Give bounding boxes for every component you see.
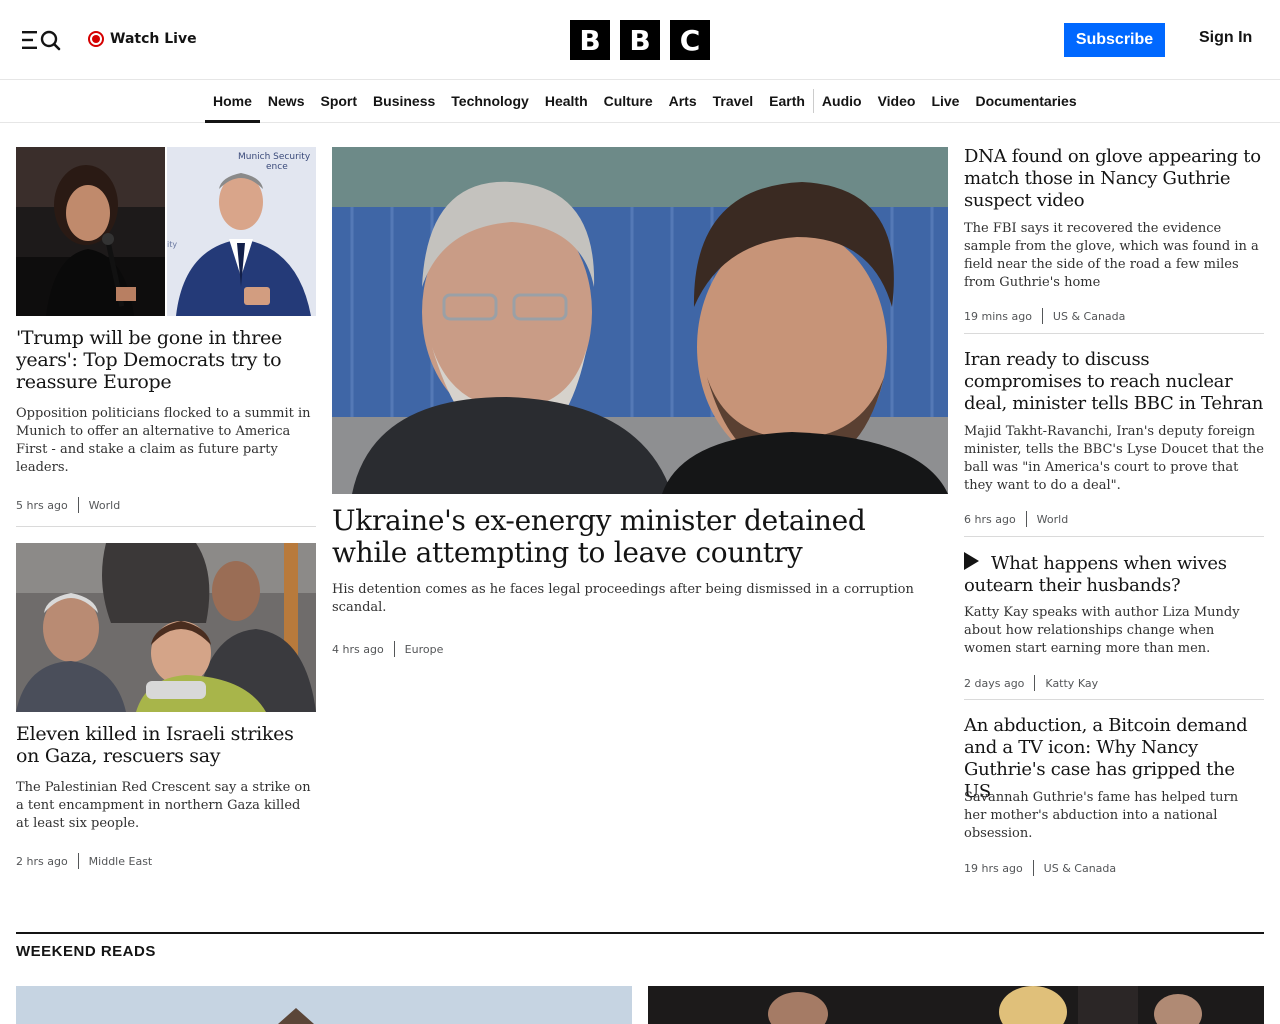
nav-item-home[interactable]: Home: [205, 80, 260, 123]
nav-item-culture[interactable]: Culture: [596, 80, 661, 122]
left-story-1[interactable]: Munich Security ence ity 'Trump will be …: [16, 147, 316, 517]
right-divider-3: [964, 699, 1264, 700]
right-story-1-headline[interactable]: DNA found on glove appearing to match th…: [964, 146, 1264, 212]
left-story-1-summary: Opposition politicians flocked to a summ…: [16, 406, 311, 475]
meta-separator: [77, 497, 79, 513]
right-story-1[interactable]: DNA found on glove appearing to match th…: [964, 146, 1264, 326]
right-divider-2: [964, 536, 1264, 537]
right-story-4-meta: 19 hrs ago US & Canada: [964, 860, 1116, 876]
right-story-2-headline[interactable]: Iran ready to discuss compromises to rea…: [964, 349, 1264, 415]
watch-live-label: Watch Live: [110, 31, 197, 47]
nav-item-live[interactable]: Live: [923, 80, 967, 122]
meta-separator: [1034, 675, 1036, 691]
live-icon: [88, 31, 104, 47]
timestamp: 6 hrs ago: [964, 512, 1016, 526]
nav-item-audio[interactable]: Audio: [814, 80, 870, 122]
main-nav: Home News Sport Business Technology Heal…: [0, 80, 1280, 123]
menu-icon: [22, 30, 61, 51]
meta-separator: [393, 641, 395, 657]
sign-in-link[interactable]: Sign In: [1199, 29, 1252, 47]
left-story-1-headline[interactable]: 'Trump will be gone in three years': Top…: [16, 327, 316, 393]
timestamp: 19 mins ago: [964, 309, 1032, 323]
image-sign-text: Munich Security: [238, 152, 311, 162]
right-story-3-meta: 2 days ago Katty Kay: [964, 675, 1098, 691]
subscribe-button[interactable]: Subscribe: [1064, 23, 1165, 57]
timestamp: 5 hrs ago: [16, 498, 68, 512]
svg-text:ence: ence: [266, 162, 288, 172]
nav-item-video[interactable]: Video: [870, 80, 924, 122]
section-label[interactable]: Katty Kay: [1045, 677, 1098, 690]
left-story-2[interactable]: Eleven killed in Israeli strikes on Gaza…: [16, 543, 316, 873]
logo-block-c: C: [670, 20, 710, 60]
menu-search-button[interactable]: [20, 28, 62, 52]
site-header: Watch Live B B C Subscribe Sign In: [0, 0, 1280, 80]
section-label[interactable]: World: [1037, 513, 1069, 526]
meta-separator: [1041, 308, 1043, 324]
nav-item-business[interactable]: Business: [365, 80, 443, 122]
right-story-2[interactable]: Iran ready to discuss compromises to rea…: [964, 349, 1264, 529]
timestamp: 2 days ago: [964, 676, 1025, 690]
right-story-3-headline-text: What happens when wives outearn their hu…: [964, 553, 1227, 596]
section-label[interactable]: US & Canada: [1044, 862, 1116, 875]
weekend-read-1-image[interactable]: [16, 986, 632, 1024]
section-rule: [16, 932, 1264, 934]
gaza-image: [16, 543, 316, 712]
nav-item-travel[interactable]: Travel: [705, 80, 761, 122]
right-story-3-summary: Katty Kay speaks with author Liza Mundy …: [964, 605, 1240, 656]
lead-story-summary: His detention comes as he faces legal pr…: [332, 582, 914, 615]
watch-live-link[interactable]: Watch Live: [88, 29, 197, 49]
timestamp: 19 hrs ago: [964, 861, 1023, 875]
right-story-1-meta: 19 mins ago US & Canada: [964, 308, 1125, 324]
logo-block-b2: B: [620, 20, 660, 60]
lead-story-headline[interactable]: Ukraine's ex-energy minister detained wh…: [332, 505, 948, 569]
left-story-1-meta: 5 hrs ago World: [16, 497, 120, 513]
nav-item-health[interactable]: Health: [537, 80, 596, 122]
meta-separator: [1032, 860, 1034, 876]
lead-story-image: [332, 147, 948, 494]
logo-block-b1: B: [570, 20, 610, 60]
nav-item-technology[interactable]: Technology: [443, 80, 537, 122]
right-story-4-summary: Savannah Guthrie's fame has helped turn …: [964, 790, 1239, 841]
right-story-1-summary: The FBI says it recovered the evidence s…: [964, 221, 1259, 290]
left-story-2-summary: The Palestinian Red Crescent say a strik…: [16, 780, 311, 831]
lead-story-meta: 4 hrs ago Europe: [332, 641, 443, 657]
right-story-2-summary: Majid Takht-Ravanchi, Iran's deputy fore…: [964, 424, 1264, 493]
right-story-3-headline[interactable]: What happens when wives outearn their hu…: [964, 552, 1264, 597]
meta-separator: [1025, 511, 1027, 527]
nav-item-news[interactable]: News: [260, 80, 313, 122]
play-icon: [964, 552, 979, 570]
right-story-2-meta: 6 hrs ago World: [964, 511, 1068, 527]
section-label[interactable]: World: [89, 499, 121, 512]
svg-text:ity: ity: [167, 240, 177, 249]
right-divider-1: [964, 333, 1264, 334]
nav-item-documentaries[interactable]: Documentaries: [967, 80, 1084, 122]
section-label[interactable]: Europe: [405, 643, 444, 656]
left-story-2-meta: 2 hrs ago Middle East: [16, 853, 152, 869]
weekend-reads-heading: WEEKEND READS: [16, 943, 156, 960]
nav-item-sport[interactable]: Sport: [312, 80, 365, 122]
right-story-4[interactable]: An abduction, a Bitcoin demand and a TV …: [964, 715, 1264, 885]
left-divider: [16, 526, 316, 527]
timestamp: 4 hrs ago: [332, 642, 384, 656]
timestamp: 2 hrs ago: [16, 854, 68, 868]
meta-separator: [77, 853, 79, 869]
section-label[interactable]: US & Canada: [1053, 310, 1125, 323]
nav-item-arts[interactable]: Arts: [661, 80, 705, 122]
section-label[interactable]: Middle East: [89, 855, 153, 868]
weekend-read-2-image[interactable]: [648, 986, 1264, 1024]
democrats-split-image: Munich Security ence ity: [16, 147, 316, 316]
left-story-2-headline[interactable]: Eleven killed in Israeli strikes on Gaza…: [16, 723, 316, 767]
nav-item-earth[interactable]: Earth: [761, 80, 813, 122]
bbc-logo[interactable]: B B C: [570, 20, 710, 60]
right-story-3[interactable]: What happens when wives outearn their hu…: [964, 552, 1264, 692]
lead-story[interactable]: Ukraine's ex-energy minister detained wh…: [332, 147, 948, 667]
